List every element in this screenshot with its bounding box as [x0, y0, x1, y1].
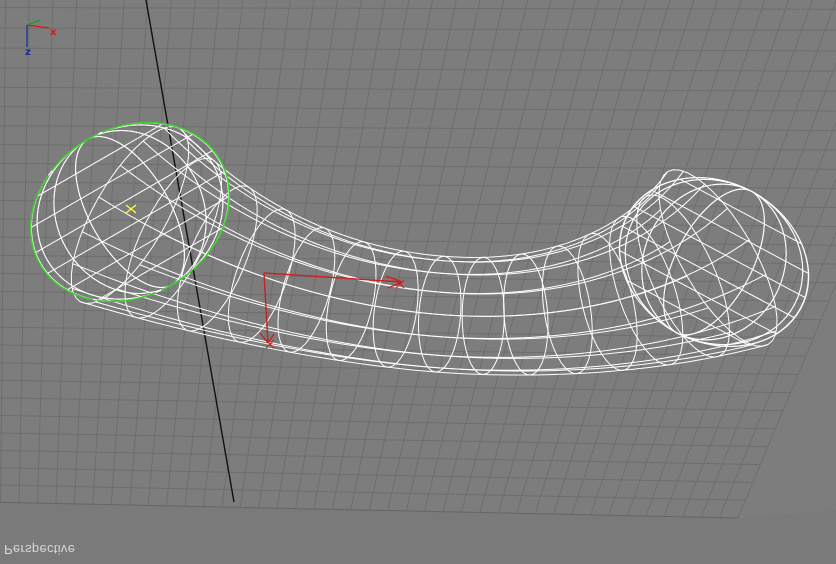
cap-meridian	[53, 130, 207, 294]
grid-line	[73, 0, 101, 504]
perspective-viewport[interactable]: x z Perspective	[0, 0, 836, 564]
pivot-marker	[125, 204, 137, 214]
tripod-x-label: x	[50, 27, 57, 38]
cap-parallel	[31, 133, 193, 228]
grid-line	[0, 67, 836, 72]
grid-line	[221, 0, 291, 508]
grid-line	[276, 0, 362, 509]
grid-line	[663, 61, 836, 517]
grid-line	[0, 0, 7, 503]
grid-line	[645, 0, 836, 517]
grid-line	[0, 106, 836, 112]
tripod-x-axis	[26, 24, 50, 29]
cap-parallel	[651, 189, 809, 274]
grid-line	[719, 231, 836, 518]
tripod-z-label: z	[25, 47, 31, 58]
grid-line	[36, 0, 54, 504]
grid-line	[0, 86, 836, 92]
viewport-label[interactable]: Perspective	[4, 542, 75, 557]
grid-line	[737, 282, 836, 519]
grid-line	[0, 236, 836, 246]
tube-longitude	[186, 165, 705, 276]
cap-parallel	[37, 123, 163, 197]
grid-line	[387, 0, 505, 511]
tube-longitude	[119, 164, 671, 295]
grid-line	[0, 254, 836, 265]
grid-line	[92, 0, 125, 505]
grid-line	[700, 177, 836, 518]
cap-meridian	[53, 130, 207, 294]
grid-line	[0, 47, 836, 52]
grid-line	[166, 0, 220, 506]
grid-line	[18, 0, 30, 503]
viewport-canvas[interactable]: x z	[0, 0, 836, 564]
tube-wireframe-mesh[interactable]	[0, 88, 836, 379]
plane-edge	[0, 500, 836, 564]
tube-ring	[577, 233, 638, 371]
grid-line	[184, 0, 244, 507]
grid-line	[0, 7, 836, 10]
grid-line	[0, 27, 836, 31]
grid-line	[129, 0, 173, 506]
